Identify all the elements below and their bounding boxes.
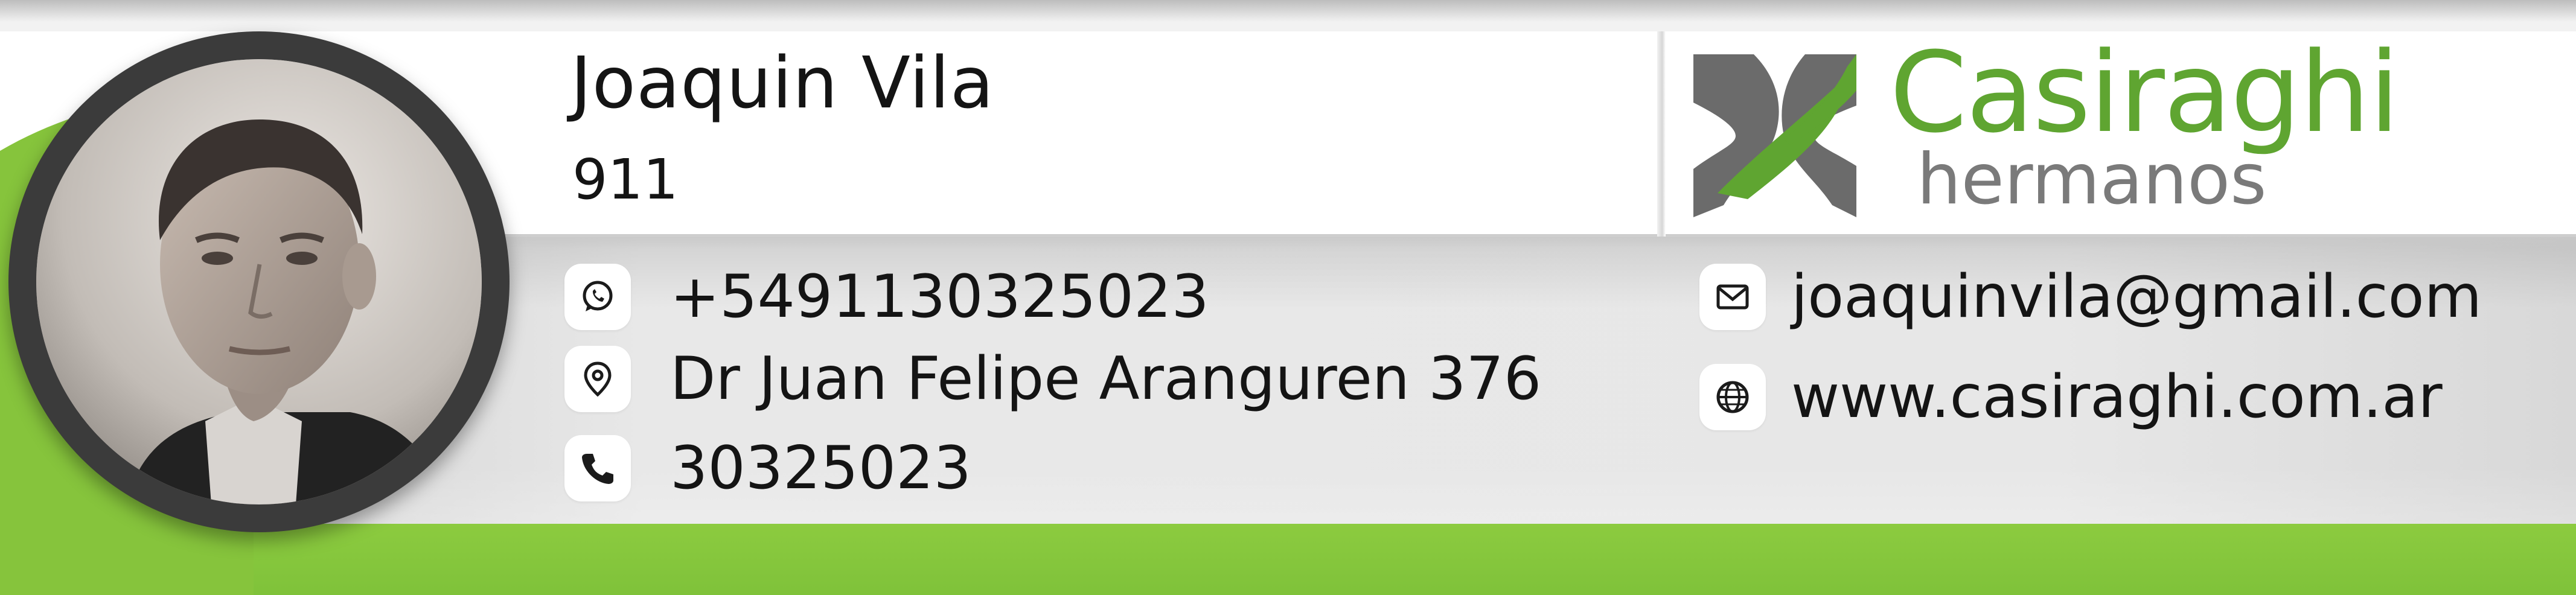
contact-row-email: joaquinvila@gmail.com [1699, 261, 2482, 333]
header-divider [1657, 31, 1666, 237]
person-name: Joaquin Vila [570, 41, 995, 124]
whatsapp-icon[interactable] [564, 264, 631, 330]
email-link[interactable]: joaquinvila@gmail.com [1791, 267, 2482, 326]
person-portrait-image [36, 59, 482, 504]
email-signature: Joaquin Vila 911 Casiraghi hermanos +549… [0, 0, 2576, 595]
contact-row-website: www.casiraghi.com.ar [1699, 361, 2443, 433]
contact-row-address: Dr Juan Felipe Aranguren 376 [564, 343, 1541, 415]
avatar [8, 31, 510, 532]
avatar-photo [36, 59, 482, 504]
company-logo: Casiraghi hermanos [1693, 37, 2400, 220]
envelope-icon[interactable] [1699, 264, 1766, 330]
website-link[interactable]: www.casiraghi.com.ar [1791, 368, 2443, 427]
location-pin-icon [564, 346, 631, 412]
whatsapp-number[interactable]: +5491130325023 [670, 267, 1209, 326]
address-text: Dr Juan Felipe Aranguren 376 [670, 345, 1542, 413]
company-subtitle: hermanos [1917, 139, 2267, 220]
phone-number[interactable]: 30325023 [670, 439, 971, 498]
company-name: Casiraghi [1890, 28, 2400, 158]
casiraghi-emblem-icon [1693, 54, 1856, 217]
globe-icon[interactable] [1699, 364, 1766, 430]
phone-icon[interactable] [564, 435, 631, 501]
person-extension: 911 [572, 147, 679, 212]
contact-row-phone: 30325023 [564, 432, 971, 504]
contact-row-whatsapp: +5491130325023 [564, 261, 1209, 333]
